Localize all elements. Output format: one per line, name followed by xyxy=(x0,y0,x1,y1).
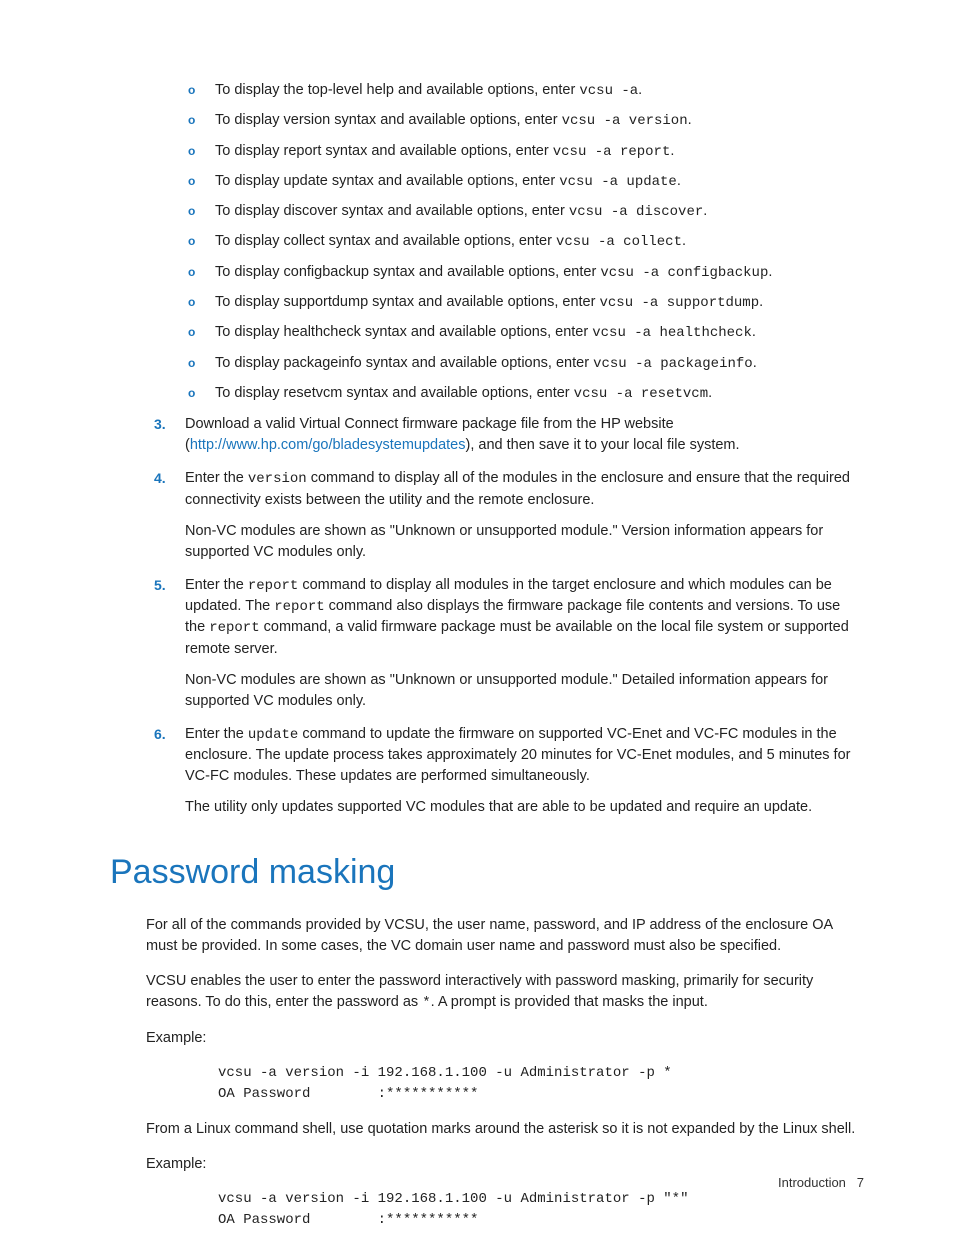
sub-bullet-item: o To display healthcheck syntax and avail… xyxy=(110,322,864,343)
footer-page-number: 7 xyxy=(857,1175,864,1190)
page-footer: Introduction 7 xyxy=(778,1174,864,1193)
sub-bullet-item: o To display the top-level help and avail… xyxy=(110,80,864,101)
bullet-icon: o xyxy=(188,355,195,372)
code-block: vcsu -a version -i 192.168.1.100 -u Admi… xyxy=(218,1189,864,1231)
sub-bullet-item: o To display version syntax and available… xyxy=(110,110,864,131)
document-page: o To display the top-level help and avail… xyxy=(0,0,954,1235)
step-text: Enter the version command to display all… xyxy=(185,470,850,507)
step-text: Download a valid Virtual Connect firmwar… xyxy=(185,416,740,453)
bullet-icon: o xyxy=(188,233,195,250)
bullet-icon: o xyxy=(188,324,195,341)
paragraph: From a Linux command shell, use quotatio… xyxy=(146,1119,864,1140)
code-inline: vcsu -a report xyxy=(553,144,671,160)
code-inline: vcsu -a update xyxy=(559,174,677,190)
sub-bullet-item: o To display update syntax and available … xyxy=(110,171,864,192)
numbered-steps: 3. Download a valid Virtual Connect firm… xyxy=(110,414,864,818)
sub-bullet-item: o To display resetvcm syntax and availabl… xyxy=(110,383,864,404)
sub-bullet-item: o To display discover syntax and availabl… xyxy=(110,201,864,222)
step-note: Non-VC modules are shown as "Unknown or … xyxy=(185,670,864,712)
sub-bullet-item: o To display supportdump syntax and avail… xyxy=(110,292,864,313)
sub-bullet-text: To display collect syntax and available … xyxy=(215,233,686,249)
code-inline: vcsu -a discover xyxy=(569,204,703,220)
section-heading: Password masking xyxy=(110,848,864,897)
footer-section: Introduction xyxy=(778,1175,846,1190)
code-inline: update xyxy=(248,727,298,743)
sub-bullet-text: To display configbackup syntax and avail… xyxy=(215,264,772,280)
bullet-icon: o xyxy=(188,173,195,190)
paragraph: For all of the commands provided by VCSU… xyxy=(146,915,864,957)
sub-bullet-text: To display supportdump syntax and availa… xyxy=(215,294,763,310)
sub-bullet-text: To display healthcheck syntax and availa… xyxy=(215,324,756,340)
sub-bullet-item: o To display report syntax and available … xyxy=(110,141,864,162)
step-text: Enter the report command to display all … xyxy=(185,577,849,657)
sub-bullet-item: o To display packageinfo syntax and avail… xyxy=(110,353,864,374)
section-body: For all of the commands provided by VCSU… xyxy=(146,915,864,1230)
step-3: 3. Download a valid Virtual Connect firm… xyxy=(110,414,864,456)
bullet-icon: o xyxy=(188,203,195,220)
bullet-icon: o xyxy=(188,264,195,281)
bullet-icon: o xyxy=(188,82,195,99)
sub-bullet-text: To display resetvcm syntax and available… xyxy=(215,385,712,401)
code-inline: vcsu -a packageinfo xyxy=(593,356,753,372)
sub-bullet-item: o To display collect syntax and available… xyxy=(110,231,864,252)
code-inline: report xyxy=(248,578,298,594)
paragraph: VCSU enables the user to enter the passw… xyxy=(146,971,864,1013)
code-inline: report xyxy=(209,620,259,636)
code-inline: version xyxy=(248,471,307,487)
code-inline: * xyxy=(422,995,430,1011)
bullet-icon: o xyxy=(188,294,195,311)
step-number: 5. xyxy=(154,575,166,595)
sub-bullet-text: To display discover syntax and available… xyxy=(215,203,707,219)
example-label: Example: xyxy=(146,1028,864,1049)
step-4: 4. Enter the version command to display … xyxy=(110,468,864,562)
code-inline: vcsu -a supportdump xyxy=(599,295,759,311)
step-6: 6. Enter the update command to update th… xyxy=(110,724,864,818)
code-inline: vcsu -a xyxy=(579,83,638,99)
code-inline: report xyxy=(274,599,324,615)
bullet-icon: o xyxy=(188,112,195,129)
sub-bullet-text: To display packageinfo syntax and availa… xyxy=(215,355,757,371)
step-5: 5. Enter the report command to display a… xyxy=(110,575,864,712)
code-inline: vcsu -a healthcheck xyxy=(592,325,752,341)
step-number: 6. xyxy=(154,724,166,744)
sub-bullet-text: To display update syntax and available o… xyxy=(215,173,681,189)
step-note: The utility only updates supported VC mo… xyxy=(185,797,864,818)
step-number: 4. xyxy=(154,468,166,488)
sub-bullet-text: To display version syntax and available … xyxy=(215,112,692,128)
sub-bullet-text: To display the top-level help and availa… xyxy=(215,82,642,98)
step-number: 3. xyxy=(154,414,166,434)
code-block: vcsu -a version -i 192.168.1.100 -u Admi… xyxy=(218,1063,864,1105)
bullet-icon: o xyxy=(188,143,195,160)
bullet-icon: o xyxy=(188,385,195,402)
sub-bullet-text: To display report syntax and available o… xyxy=(215,143,674,159)
code-inline: vcsu -a version xyxy=(562,113,688,129)
code-inline: vcsu -a resetvcm xyxy=(574,386,708,402)
code-inline: vcsu -a configbackup xyxy=(600,265,768,281)
sub-bullet-item: o To display configbackup syntax and avai… xyxy=(110,262,864,283)
sub-bullet-list: o To display the top-level help and avail… xyxy=(110,80,864,404)
step-note: Non-VC modules are shown as "Unknown or … xyxy=(185,521,864,563)
step-text: Enter the update command to update the f… xyxy=(185,726,850,784)
hp-updates-link[interactable]: http://www.hp.com/go/bladesystemupdates xyxy=(190,437,466,453)
example-label: Example: xyxy=(146,1154,864,1175)
code-inline: vcsu -a collect xyxy=(556,234,682,250)
